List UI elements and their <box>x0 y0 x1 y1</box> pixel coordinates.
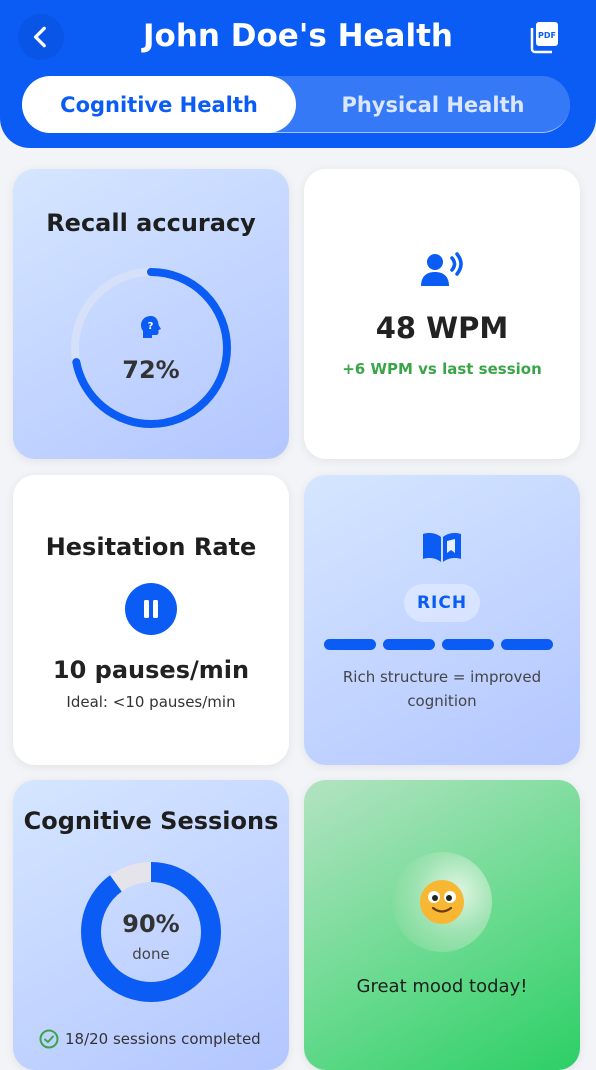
speaking-person-icon <box>421 252 463 286</box>
sessions-percent: 90% <box>122 910 180 938</box>
svg-text:PDF: PDF <box>538 31 556 40</box>
structure-level-segment <box>383 639 435 650</box>
health-tabs: Cognitive Health Physical Health <box>22 76 570 133</box>
tab-physical-health[interactable]: Physical Health <box>296 76 570 133</box>
structure-level-segment <box>324 639 376 650</box>
open-book-icon <box>423 533 461 562</box>
smiling-face-icon <box>420 880 464 924</box>
pause-icon <box>125 583 177 635</box>
pdf-export-button[interactable]: PDF <box>528 20 562 54</box>
speech-wpm-value: 48 WPM <box>375 311 509 345</box>
pdf-icon: PDF <box>530 22 558 54</box>
structure-level-badge: RICH <box>404 584 480 622</box>
mood-badge <box>392 852 492 952</box>
sessions-footer-text: 18/20 sessions completed <box>65 1030 261 1048</box>
hesitation-title: Hesitation Rate <box>45 533 257 561</box>
hesitation-ideal: Ideal: <10 pauses/min <box>66 693 236 711</box>
page-title: John Doe's Health <box>143 18 453 54</box>
recall-percent: 72% <box>122 356 180 384</box>
speech-rate-card[interactable]: 48 WPM +6 WPM vs last session <box>304 169 580 459</box>
cognitive-sessions-card[interactable]: Cognitive Sessions 90% done 18/20 sessio… <box>13 780 289 1070</box>
structure-level-segment <box>442 639 494 650</box>
sessions-footer: 18/20 sessions completed <box>39 1029 279 1049</box>
sentence-structure-card[interactable]: RICH Rich structure = improved cognition <box>304 475 580 765</box>
svg-text:?: ? <box>148 321 154 332</box>
recall-title: Recall accuracy <box>46 209 256 237</box>
check-circle-icon <box>39 1029 59 1049</box>
structure-caption: Rich structure = improved cognition <box>342 668 542 710</box>
tab-cognitive-health[interactable]: Cognitive Health <box>22 76 296 133</box>
sessions-done-label: done <box>132 945 170 963</box>
recall-progress-ring <box>71 268 231 428</box>
hesitation-rate-card[interactable]: Hesitation Rate 10 pauses/min Ideal: <10… <box>13 475 289 765</box>
hesitation-value: 10 pauses/min <box>52 656 250 684</box>
structure-level-segment <box>501 639 553 650</box>
brain-question-icon: ? <box>141 316 161 338</box>
sessions-title: Cognitive Sessions <box>23 807 279 835</box>
speech-wpm-delta: +6 WPM vs last session <box>342 360 542 378</box>
recall-accuracy-card[interactable]: Recall accuracy ? 72% <box>13 169 289 459</box>
mood-text: Great mood today! <box>356 976 528 997</box>
mood-card[interactable]: Great mood today! <box>304 780 580 1070</box>
app-header: John Doe's Health PDF Cognitive Health P… <box>0 0 596 148</box>
